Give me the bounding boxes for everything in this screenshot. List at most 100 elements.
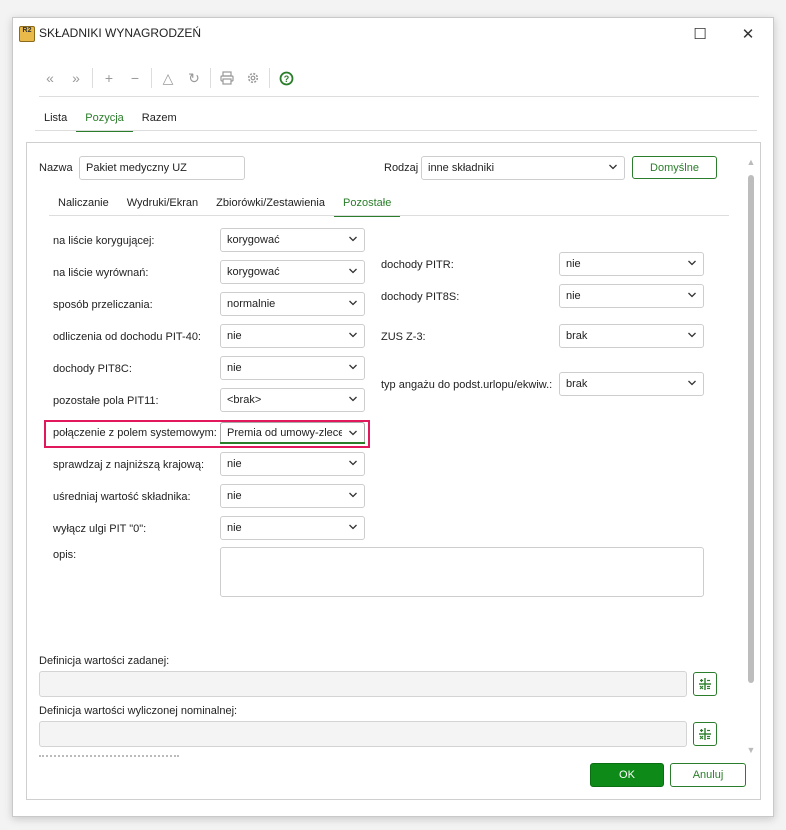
field-label: pozostałe pola PIT11: [53,395,159,407]
refresh-icon: ↻ [188,69,200,86]
toolbar-separator [39,96,759,97]
field-label: połączenie z polem systemowym: [53,427,217,439]
main-tabs: Lista Pozycja Razem [35,110,186,132]
field-label: sprawdzaj z najniższą krajową: [53,459,205,471]
subtab-pozostale[interactable]: Pozostałe [334,197,401,217]
close-button[interactable]: ✕ [733,22,763,46]
tab-pozycja[interactable]: Pozycja [76,110,133,132]
definition-editor-button[interactable] [693,722,717,746]
sub-tabs-underline [49,215,729,216]
kind-select[interactable]: inne składniki [421,156,625,180]
printer-icon [220,71,234,85]
title-bar: R2 SKŁADNIKI WYNAGRODZEŃ ☐ ✕ [13,18,773,52]
field-label: typ angażu do podst.urlopu/ekwiw.: [381,379,553,391]
maximize-button[interactable]: ☐ [685,22,715,46]
chevron-down-icon [349,524,357,530]
select-value: korygować [227,234,280,246]
chevron-down-icon [349,300,357,306]
definition-label: Definicja wartości zadanej: [39,655,170,667]
zus-z3-select[interactable]: brak [559,324,704,348]
dialog-window: R2 SKŁADNIKI WYNAGRODZEŃ ☐ ✕ « » + − △ ↻… [12,17,774,817]
field-label: odliczenia od dochodu PIT-40: [53,331,201,343]
chevron-down-icon [349,268,357,274]
clipped-label [39,755,189,758]
description-textarea[interactable] [220,547,704,597]
chevron-down-icon [349,492,357,498]
focus-underline [220,442,365,444]
chevron-down-icon [349,396,357,402]
gear-icon [247,72,259,84]
field-label: dochody PIT8S: [381,291,460,303]
select-value: brak [566,378,588,390]
vertical-scrollbar[interactable]: ▲ ▼ [746,153,756,755]
chevron-down-icon [349,364,357,370]
chevron-down-icon [688,380,696,386]
svg-text:?: ? [283,74,289,84]
up-button[interactable]: △ [157,67,179,89]
first-record-button[interactable]: « [39,67,61,89]
scroll-down-icon[interactable]: ▼ [746,745,756,755]
select-value: nie [566,258,581,270]
tab-razem[interactable]: Razem [133,110,186,130]
conversion-method-select[interactable]: normalnie [220,292,365,316]
exclude-pit0-relief-select[interactable]: nie [220,516,365,540]
ok-button[interactable]: OK [590,763,664,787]
print-button[interactable] [216,67,238,89]
cancel-button[interactable]: Anuluj [670,763,746,787]
pitr-income-select[interactable]: nie [559,252,704,276]
minus-icon: − [130,70,140,86]
select-value: nie [227,458,242,470]
subtab-wydruki-ekran[interactable]: Wydruki/Ekran [118,197,207,215]
pit40-deduction-select[interactable]: nie [220,324,365,348]
chevron-down-icon [349,430,357,436]
pit8c-income-select[interactable]: nie [220,356,365,380]
defaults-button[interactable]: Domyślne [632,156,717,179]
average-value-select[interactable]: nie [220,484,365,508]
triangle-icon: △ [162,69,174,86]
field-label: uśredniaj wartość składnika: [53,491,191,503]
next-record-button[interactable]: » [65,67,87,89]
refresh-button[interactable]: ↻ [183,67,205,89]
help-button[interactable]: ? [275,67,297,89]
pit8s-income-select[interactable]: nie [559,284,704,308]
adjustment-list-select[interactable]: korygować [220,260,365,284]
settings-button[interactable] [242,67,264,89]
name-label: Nazwa [39,162,73,174]
scroll-up-icon[interactable]: ▲ [746,157,756,167]
chevron-down-icon [688,332,696,338]
add-button[interactable]: + [98,67,120,89]
kind-label: Rodzaj [384,162,419,174]
minimum-wage-check-select[interactable]: nie [220,452,365,476]
name-input[interactable]: Pakiet medyczny UZ [79,156,245,180]
pit11-fields-select[interactable]: <brak> [220,388,365,412]
field-label: na liście korygującej: [53,235,155,247]
nominal-value-definition-input[interactable] [39,721,687,747]
toolbar: « » + − △ ↻ ? [39,66,301,90]
definition-editor-button[interactable] [693,672,717,696]
select-value: nie [227,330,242,342]
target-value-definition-input[interactable] [39,671,687,697]
employment-type-select[interactable]: brak [559,372,704,396]
select-value: nie [227,522,242,534]
remove-button[interactable]: − [124,67,146,89]
select-value: korygować [227,266,280,278]
double-chevron-right-icon: » [72,70,80,86]
chevron-down-icon [349,460,357,466]
subtab-naliczanie[interactable]: Naliczanie [49,197,118,215]
help-icon: ? [279,71,293,85]
subtab-zbiorowki-zestawienia[interactable]: Zbiorówki/Zestawienia [207,197,334,215]
toolbar-divider [151,68,152,88]
field-label: wyłącz ulgi PIT "0": [53,523,147,535]
window-title: SKŁADNIKI WYNAGRODZEŃ [39,26,202,40]
field-label: dochody PITR: [381,259,454,271]
definition-label: Definicja wartości wyliczonej nominalnej… [39,705,238,717]
select-value: Premia od umowy-zlecenia [227,427,342,439]
correction-list-select[interactable]: korygować [220,228,365,252]
plus-icon: + [104,70,114,86]
close-icon: ✕ [741,26,755,43]
field-label: na liście wyrównań: [53,267,149,279]
toolbar-divider [269,68,270,88]
system-field-select[interactable]: Premia od umowy-zlecenia [220,422,365,444]
tab-lista[interactable]: Lista [35,110,76,130]
scrollbar-thumb[interactable] [748,175,754,683]
